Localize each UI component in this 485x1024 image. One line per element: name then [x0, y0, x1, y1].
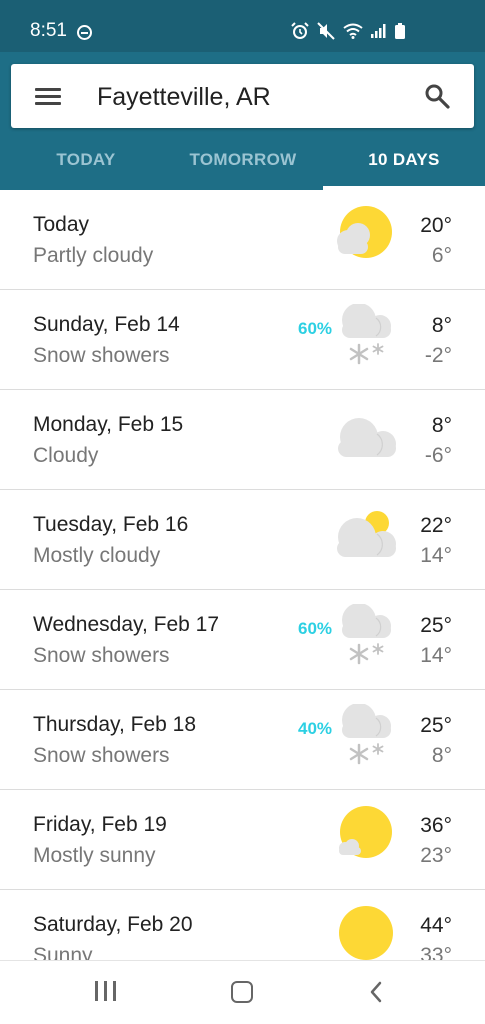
high-temp: 25°: [420, 714, 452, 737]
low-temp: 6°: [431, 244, 452, 267]
mostly-sunny-icon: [339, 806, 392, 858]
day-label: Monday, Feb 15: [33, 413, 184, 436]
menu-icon[interactable]: [35, 86, 61, 106]
status-time: 8:51: [30, 20, 67, 41]
back-icon[interactable]: [368, 980, 384, 1004]
high-temp: 25°: [420, 614, 452, 637]
forecast-list: Today Partly cloudy 20° 6° Sunday, Feb 1…: [0, 190, 485, 960]
condition-label: Snow showers: [33, 644, 170, 667]
low-temp: 8°: [431, 744, 452, 767]
wifi-icon: [343, 23, 363, 39]
day-label: Today: [33, 213, 90, 236]
condition-label: Snow showers: [33, 344, 170, 367]
day-label: Tuesday, Feb 16: [33, 513, 189, 536]
status-icons: [291, 22, 405, 40]
day-label: Sunday, Feb 14: [33, 313, 180, 336]
cloudy-icon: [338, 418, 396, 457]
forecast-row[interactable]: Saturday, Feb 20 Sunny 44° 33°: [0, 890, 485, 960]
tab-today[interactable]: TODAY: [0, 132, 172, 190]
search-bar[interactable]: Fayetteville, AR: [11, 64, 474, 128]
low-temp: -2°: [424, 344, 452, 367]
tab-tomorrow[interactable]: TOMORROW: [162, 132, 324, 190]
high-temp: 44°: [420, 914, 452, 937]
condition-label: Snow showers: [33, 744, 170, 767]
search-icon[interactable]: [424, 83, 450, 109]
mostly-cloudy-icon: [337, 511, 396, 557]
high-temp: 8°: [431, 414, 452, 437]
snow-showers-icon: [342, 604, 391, 665]
snow-showers-icon: [342, 304, 391, 365]
low-temp: 23°: [420, 844, 452, 867]
recent-apps-icon[interactable]: [95, 981, 117, 1001]
condition-label: Partly cloudy: [33, 244, 154, 267]
high-temp: 22°: [420, 514, 452, 537]
day-label: Friday, Feb 19: [33, 813, 167, 836]
forecast-row[interactable]: Wednesday, Feb 17 Snow showers 60% 25° 1…: [0, 590, 485, 690]
do-not-disturb-icon: [77, 25, 92, 40]
partly-cloudy-icon: [337, 206, 392, 258]
condition-label: Mostly cloudy: [33, 544, 161, 567]
tab-10-days[interactable]: 10 DAYS: [323, 132, 485, 190]
day-label: Saturday, Feb 20: [33, 913, 193, 936]
precip-chance: 40%: [298, 719, 333, 738]
condition-label: Mostly sunny: [33, 844, 156, 867]
location-text[interactable]: Fayetteville, AR: [97, 83, 271, 112]
high-temp: 20°: [420, 214, 452, 237]
tab-bar: TODAY TOMORROW 10 DAYS: [0, 132, 485, 190]
forecast-row[interactable]: Thursday, Feb 18 Snow showers 40% 25° 8°: [0, 690, 485, 790]
low-temp: 33°: [420, 944, 452, 960]
high-temp: 8°: [431, 314, 452, 337]
forecast-row[interactable]: Monday, Feb 15 Cloudy 8° -6°: [0, 390, 485, 490]
forecast-row[interactable]: Today Partly cloudy 20° 6°: [0, 190, 485, 290]
home-icon[interactable]: [231, 981, 253, 1003]
high-temp: 36°: [420, 814, 452, 837]
condition-label: Cloudy: [33, 444, 99, 467]
sunny-icon: [339, 906, 393, 960]
low-temp: -6°: [424, 444, 452, 467]
low-temp: 14°: [420, 544, 452, 567]
low-temp: 14°: [420, 644, 452, 667]
alarm-icon: [291, 22, 309, 39]
signal-icon: [371, 24, 386, 38]
navigation-bar: [0, 960, 485, 1024]
precip-chance: 60%: [298, 619, 333, 638]
forecast-row[interactable]: Friday, Feb 19 Mostly sunny 36° 23°: [0, 790, 485, 890]
mute-icon: [317, 22, 335, 40]
precip-chance: 60%: [298, 319, 333, 338]
day-label: Wednesday, Feb 17: [33, 613, 220, 636]
status-bar: 8:51: [0, 0, 485, 52]
forecast-row[interactable]: Tuesday, Feb 16 Mostly cloudy 22° 14°: [0, 490, 485, 590]
condition-label: Sunny: [33, 944, 93, 960]
battery-icon: [395, 23, 405, 39]
day-label: Thursday, Feb 18: [33, 713, 197, 736]
snow-showers-icon: [342, 704, 391, 765]
forecast-row[interactable]: Sunday, Feb 14 Snow showers 60% 8° -2°: [0, 290, 485, 390]
